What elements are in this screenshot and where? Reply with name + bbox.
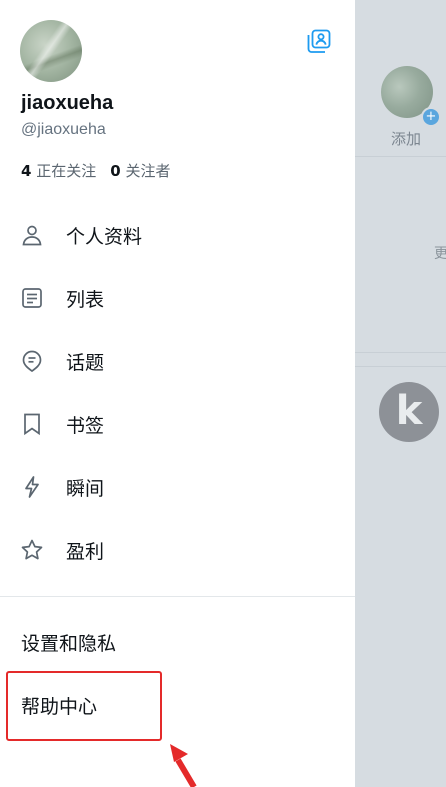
menu-item-label: 书签 <box>66 414 105 437</box>
side-drawer: jiaoxueha @jiaoxueha 4 正在关注 0 关注者 个人资料 列表… <box>0 0 355 787</box>
timeline-divider <box>355 156 446 157</box>
menu-item-bookmarks[interactable]: 书签 <box>0 402 355 446</box>
list-icon <box>22 288 42 308</box>
following-label: 正在关注 <box>36 162 97 180</box>
menu-divider <box>0 596 355 597</box>
star-icon <box>21 539 43 560</box>
following-count: 4 <box>21 162 32 180</box>
more-label-partial: 更 <box>434 246 446 262</box>
bookmark-icon <box>24 413 40 436</box>
switch-account-icon[interactable] <box>306 28 332 54</box>
lightning-icon <box>25 476 39 498</box>
tweet-author-avatar[interactable]: k <box>379 382 439 442</box>
menu-item-label: 话题 <box>66 351 105 374</box>
profile-avatar[interactable] <box>20 20 82 82</box>
annotation-arrow-icon <box>170 744 197 787</box>
menu-item-topics[interactable]: 话题 <box>0 339 355 383</box>
profile-name[interactable]: jiaoxueha <box>21 92 113 115</box>
menu-item-moments[interactable]: 瞬间 <box>0 465 355 509</box>
menu-item-label: 盈利 <box>66 540 105 563</box>
following-link[interactable]: 4 正在关注 <box>21 162 96 180</box>
person-icon <box>22 225 42 246</box>
menu-item-profile[interactable]: 个人资料 <box>0 213 355 257</box>
topic-icon <box>22 350 42 373</box>
add-fleet-label: 添加 <box>391 130 422 148</box>
menu-item-label: 瞬间 <box>66 477 105 500</box>
profile-handle: @jiaoxueha <box>21 121 106 138</box>
menu-item-label: 个人资料 <box>66 225 143 248</box>
settings-privacy-link[interactable]: 设置和隐私 <box>21 629 116 656</box>
menu-item-label: 列表 <box>66 288 105 311</box>
menu-item-lists[interactable]: 列表 <box>0 276 355 320</box>
followers-count: 0 <box>110 162 121 180</box>
annotation-highlight-box <box>6 671 162 741</box>
followers-link[interactable]: 0 关注者 <box>110 162 170 180</box>
timeline-divider <box>355 366 446 367</box>
followers-label: 关注者 <box>125 162 171 180</box>
add-fleet-plus-icon: + <box>421 107 441 127</box>
menu-item-monetization[interactable]: 盈利 <box>0 528 355 572</box>
follow-stats: 4 正在关注 0 关注者 <box>21 160 170 181</box>
timeline-divider <box>355 352 446 353</box>
